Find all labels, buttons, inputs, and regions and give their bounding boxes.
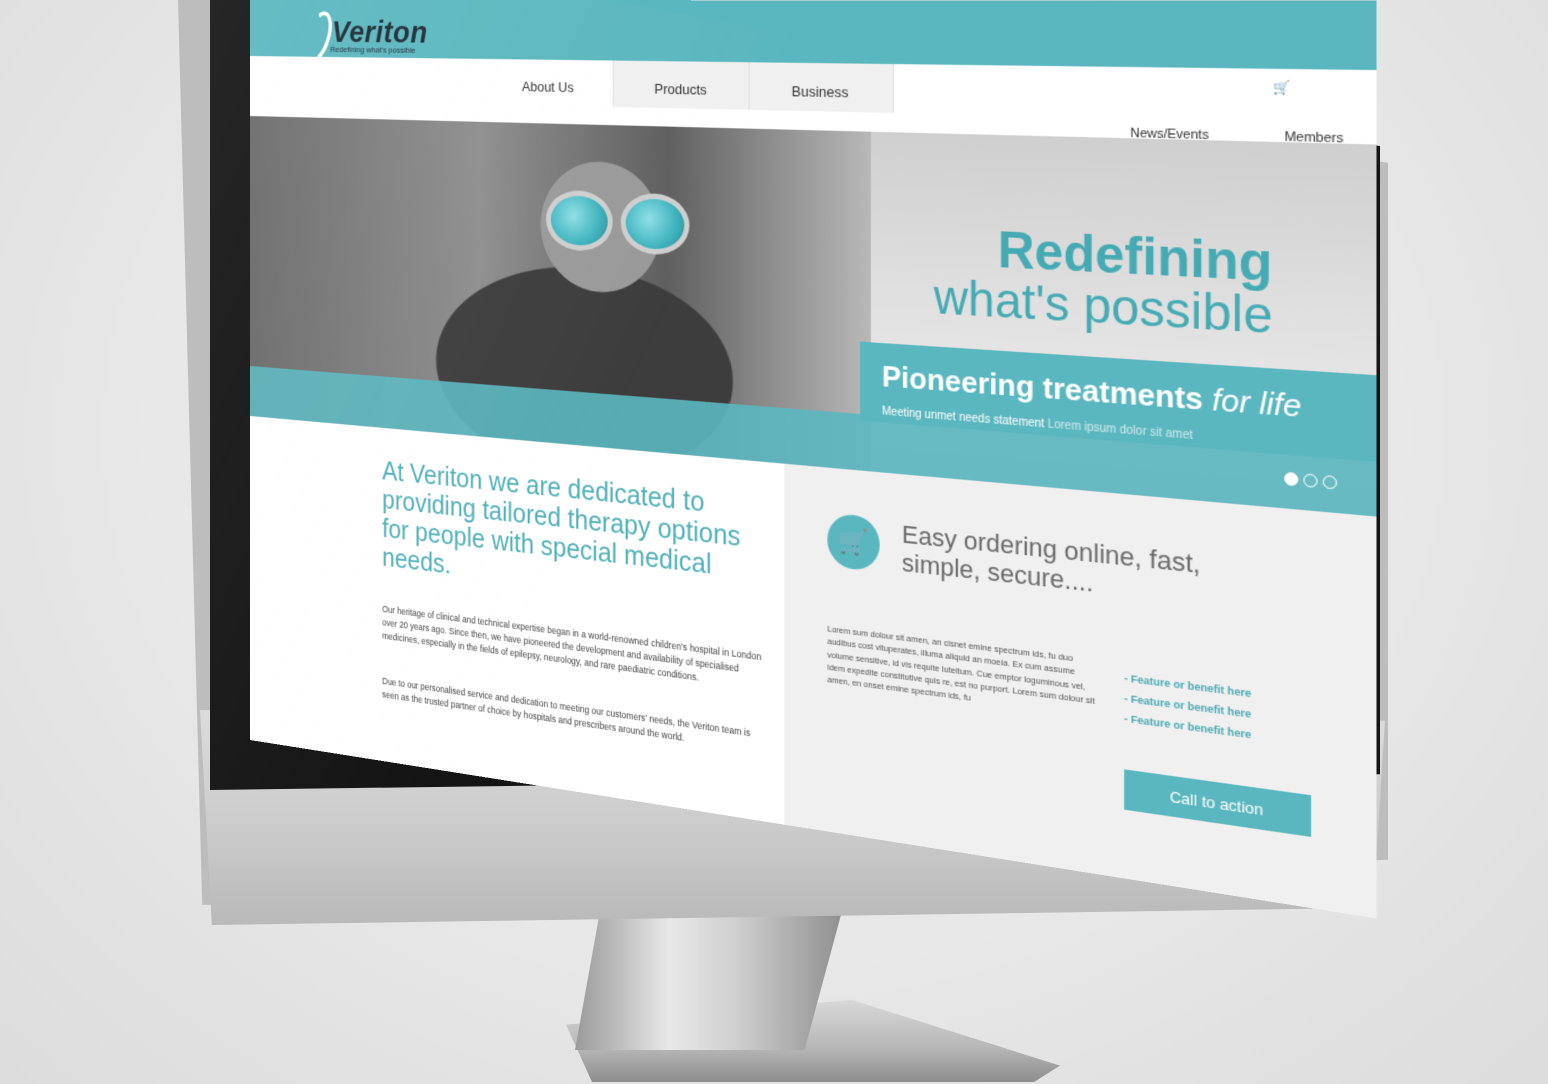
logo-swoosh-icon (302, 8, 328, 57)
ordering-body: Lorem sum dolour sit amen, an cisnet emi… (827, 623, 1095, 706)
intro-paragraph-2: Due to our personalised service and dedi… (382, 675, 751, 744)
ordering-header: 🛒 Easy ordering online, fast, simple, se… (827, 512, 1232, 613)
goggle-lens-left (546, 189, 613, 253)
shopping-cart-icon: 🛒 (827, 512, 880, 573)
slider-dot-3[interactable] (1322, 474, 1338, 490)
nav-item-about-us[interactable]: About Us (483, 58, 615, 107)
order-online-link[interactable]: ORDER ONLINE (1163, 80, 1246, 92)
logo-tagline: Redefining what's possible (330, 44, 416, 55)
goggles-icon (546, 189, 690, 257)
hero-headline: Redefining what's possible (933, 222, 1273, 345)
screen-wrap: Veriton Redefining what's possible About… (250, 0, 1377, 919)
nav-item-products[interactable]: Products (614, 60, 750, 110)
banner-title-light: for life (1212, 381, 1302, 425)
contact-us-link[interactable]: CONTACT US (1073, 79, 1140, 91)
slider-dot-1[interactable] (1284, 471, 1299, 487)
cart-icon[interactable]: 🛒 (1268, 73, 1297, 101)
utility-nav: CONTACT US ORDER ONLINE 🛒 ⇥ (1073, 71, 1337, 102)
intro-heading: At Veriton we are dedicated to providing… (382, 456, 741, 581)
login-icon[interactable]: ⇥ (1320, 76, 1337, 101)
intro-paragraph-1: Our heritage of clinical and technical e… (382, 603, 762, 683)
ordering-title: Easy ordering online, fast, simple, secu… (901, 519, 1201, 598)
hero-headline-line2: what's possible (933, 269, 1273, 345)
nav-item-business[interactable]: Business (749, 62, 894, 113)
call-to-action-button[interactable]: Call to action (1124, 769, 1312, 837)
slider-dot-2[interactable] (1303, 473, 1318, 489)
monitor-scene: Veriton Redefining what's possible About… (0, 0, 1548, 1084)
feature-list: - Feature or benefit here - Feature or b… (1124, 672, 1251, 749)
goggle-lens-right (620, 192, 690, 257)
monitor-stand-neck (575, 900, 845, 1050)
